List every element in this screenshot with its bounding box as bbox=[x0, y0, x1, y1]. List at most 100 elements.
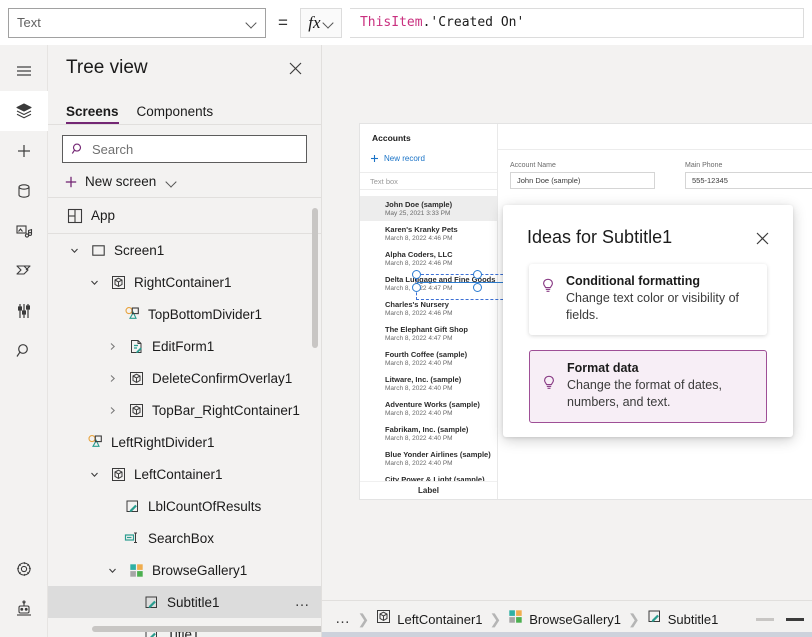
browse-gallery-list[interactable]: John Doe (sample) May 25, 2021 3:33 PM K… bbox=[360, 196, 497, 481]
idea-card-title: Format data bbox=[567, 360, 639, 375]
new-screen-button[interactable]: New screen bbox=[48, 166, 321, 198]
gallery-item[interactable]: Fabrikam, Inc. (sample) March 8, 2022 4:… bbox=[360, 421, 497, 446]
resize-handle-sw[interactable] bbox=[412, 283, 421, 292]
tree-item-topbottomdivider1[interactable]: TopBottomDivider1 bbox=[48, 298, 321, 330]
idea-card-format-data[interactable]: Format data Change the format of dates, … bbox=[529, 349, 767, 423]
idea-card-conditional-formatting[interactable]: Conditional formatting Change text color… bbox=[529, 264, 767, 335]
formula-bar: Text = fx ThisItem .'Created On' bbox=[0, 0, 812, 45]
variables-icon[interactable] bbox=[0, 291, 48, 331]
new-record-button[interactable]: New record bbox=[360, 143, 497, 163]
data-icon[interactable] bbox=[0, 171, 48, 211]
advanced-tools-icon[interactable] bbox=[0, 589, 48, 629]
container-icon bbox=[127, 401, 145, 419]
container-icon bbox=[109, 273, 127, 291]
gallery-item-subtitle: March 8, 2022 4:40 PM bbox=[385, 360, 453, 367]
chevron-right-icon[interactable] bbox=[104, 370, 120, 386]
app-left-panel: Accounts New record Text box John Doe (s… bbox=[360, 124, 498, 499]
media-icon[interactable] bbox=[0, 211, 48, 251]
field-input[interactable]: John Doe (sample) bbox=[510, 172, 655, 189]
gallery-item[interactable]: Alpha Coders, LLC March 8, 2022 4:46 PM bbox=[360, 246, 497, 271]
tree-item-list[interactable]: App Screen1 RightContainer1 TopBottomDiv… bbox=[48, 198, 321, 637]
tree-item-more-menu[interactable]: … bbox=[295, 594, 312, 609]
gallery-item-title: The Elephant Gift Shop bbox=[385, 325, 468, 334]
tree-item-browsegallery1[interactable]: BrowseGallery1 bbox=[48, 554, 321, 586]
tree-item-label: Subtitle1 bbox=[167, 594, 220, 610]
chevron-right-icon[interactable] bbox=[104, 338, 120, 354]
tree-vertical-scrollbar[interactable] bbox=[312, 208, 318, 348]
tree-horizontal-scrollbar[interactable] bbox=[92, 626, 321, 632]
search-icon[interactable] bbox=[0, 331, 48, 371]
resize-handle-nw[interactable] bbox=[412, 270, 421, 279]
gallery-item-subtitle: March 8, 2022 4:46 PM bbox=[385, 260, 453, 267]
chevron-down-icon bbox=[167, 177, 177, 187]
chevron-right-icon[interactable] bbox=[104, 402, 120, 418]
resize-handle-s[interactable] bbox=[473, 283, 482, 292]
tree-item-label: LeftContainer1 bbox=[134, 466, 223, 482]
tree-view-panel: Tree view Screens Components Search New … bbox=[48, 45, 322, 637]
tree-item-label: EditForm1 bbox=[152, 338, 215, 354]
breadcrumb-overflow[interactable]: … bbox=[330, 611, 357, 626]
hamburger-menu-icon[interactable] bbox=[0, 51, 48, 91]
chevron-down-icon[interactable] bbox=[86, 466, 102, 482]
label-icon bbox=[142, 593, 160, 611]
power-automate-icon[interactable] bbox=[0, 251, 48, 291]
tree-item-label: App bbox=[91, 208, 116, 223]
property-select[interactable]: Text bbox=[8, 7, 266, 38]
formula-input[interactable]: ThisItem .'Created On' bbox=[349, 7, 804, 38]
container-icon bbox=[127, 369, 145, 387]
chevron-down-icon[interactable] bbox=[66, 242, 82, 258]
tree-item-lblcountofresults[interactable]: LblCountOfResults bbox=[48, 490, 321, 522]
gallery-item-title: Fourth Coffee (sample) bbox=[385, 350, 468, 359]
gallery-icon bbox=[508, 609, 523, 629]
gallery-item-subtitle: March 8, 2022 4:40 PM bbox=[385, 385, 453, 392]
gallery-item[interactable]: Fourth Coffee (sample) March 8, 2022 4:4… bbox=[360, 346, 497, 371]
tree-item-editform1[interactable]: EditForm1 bbox=[48, 330, 321, 362]
tab-screens[interactable]: Screens bbox=[66, 104, 119, 124]
tab-components[interactable]: Components bbox=[137, 104, 214, 124]
ideas-title: Ideas for Subtitle1 bbox=[527, 227, 673, 247]
field-label: Account Name bbox=[510, 162, 556, 169]
tree-item-topbar-rightcontainer1[interactable]: TopBar_RightContainer1 bbox=[48, 394, 321, 426]
gallery-item[interactable]: Blue Yonder Airlines (sample) March 8, 2… bbox=[360, 446, 497, 471]
gallery-item[interactable]: Litware, Inc. (sample) March 8, 2022 4:4… bbox=[360, 371, 497, 396]
close-icon[interactable] bbox=[751, 227, 773, 249]
close-icon[interactable] bbox=[283, 56, 307, 80]
tree-item-screen1[interactable]: Screen1 bbox=[48, 234, 321, 266]
tree-item-leftrightdivider1[interactable]: LeftRightDivider1 bbox=[48, 426, 321, 458]
edit-form-fields: Account Name John Doe (sample) Main Phon… bbox=[498, 150, 812, 189]
gallery-item[interactable]: Adventure Works (sample) March 8, 2022 4… bbox=[360, 396, 497, 421]
chevron-down-icon[interactable] bbox=[86, 274, 102, 290]
gallery-search-input[interactable]: Text box bbox=[360, 172, 497, 190]
search-icon bbox=[71, 143, 82, 154]
tree-item-label: LblCountOfResults bbox=[148, 498, 262, 514]
gallery-item[interactable]: The Elephant Gift Shop March 8, 2022 4:4… bbox=[360, 321, 497, 346]
field-label: Main Phone bbox=[685, 162, 723, 169]
minimize-icon[interactable] bbox=[756, 617, 774, 621]
insert-icon[interactable] bbox=[0, 131, 48, 171]
tree-item-app[interactable]: App bbox=[48, 198, 321, 234]
gallery-item[interactable]: City Power & Light (sample) March 8, 202… bbox=[360, 471, 497, 481]
gallery-item[interactable]: John Doe (sample) May 25, 2021 3:33 PM bbox=[360, 196, 497, 221]
gallery-item[interactable]: Karen's Kranky Pets March 8, 2022 4:46 P… bbox=[360, 221, 497, 246]
fx-button[interactable]: fx bbox=[299, 7, 342, 38]
gallery-item-title: Litware, Inc. (sample) bbox=[385, 375, 462, 384]
settings-gear-icon[interactable] bbox=[0, 549, 48, 589]
tree-item-searchbox[interactable]: SearchBox bbox=[48, 522, 321, 554]
tree-item-rightcontainer1[interactable]: RightContainer1 bbox=[48, 266, 321, 298]
tree-item-leftcontainer1[interactable]: LeftContainer1 bbox=[48, 458, 321, 490]
collapse-icon[interactable] bbox=[786, 617, 804, 621]
gallery-item-subtitle: March 8, 2022 4:40 PM bbox=[385, 410, 453, 417]
tree-view-icon[interactable] bbox=[0, 91, 48, 131]
new-record-label: New record bbox=[384, 154, 425, 163]
search-input[interactable]: Search bbox=[62, 135, 307, 163]
field-input[interactable]: 555-12345 bbox=[685, 172, 812, 189]
tree-item-subtitle1[interactable]: Subtitle1 … bbox=[48, 586, 321, 618]
gallery-item-title: Fabrikam, Inc. (sample) bbox=[385, 425, 469, 434]
breadcrumb-label: LeftContainer1 bbox=[397, 611, 483, 627]
chevron-down-icon[interactable] bbox=[104, 562, 120, 578]
form-icon bbox=[127, 337, 145, 355]
app-topbar bbox=[498, 124, 812, 150]
tree-item-deleteconfirmoverlay1[interactable]: DeleteConfirmOverlay1 bbox=[48, 362, 321, 394]
gallery-item-title: John Doe (sample) bbox=[385, 200, 453, 209]
resize-handle-n[interactable] bbox=[473, 270, 482, 279]
